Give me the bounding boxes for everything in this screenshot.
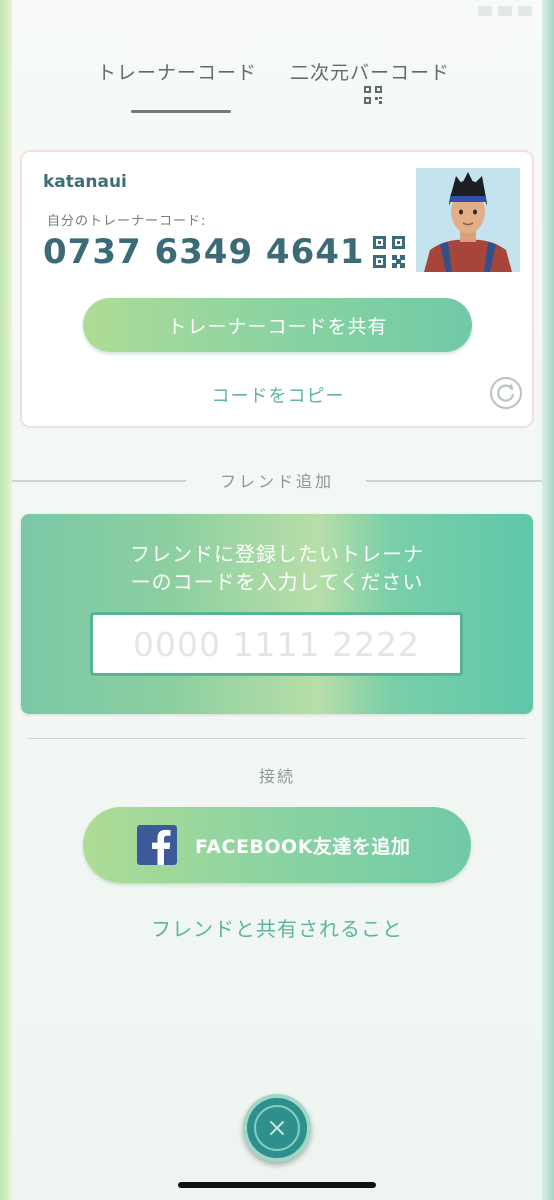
battery-icon: [518, 6, 532, 16]
share-trainer-code-button[interactable]: トレーナーコードを共有: [83, 298, 472, 352]
add-facebook-friends-button[interactable]: FACEBOOK友達を追加: [83, 807, 471, 883]
trainer-username: katanaui: [43, 172, 127, 192]
status-bar: [478, 6, 532, 16]
friend-code-input[interactable]: [90, 612, 463, 676]
trainer-code-card: katanaui 自分のトレーナーコード: 0737 6349 4641 トレー…: [20, 150, 534, 428]
trainer-avatar: [416, 168, 520, 272]
instruction-line-2: ーのコードを入力してください: [130, 570, 424, 594]
close-button-ring: [254, 1105, 300, 1151]
shared-with-friends-link[interactable]: フレンドと共有されること: [0, 913, 554, 942]
tab-bar: トレーナーコード 二次元バーコード: [0, 58, 554, 118]
copy-code-link[interactable]: コードをコピー: [22, 382, 534, 408]
refresh-icon[interactable]: [489, 376, 523, 410]
tab-trainer-code[interactable]: トレーナーコード: [97, 58, 257, 85]
instruction-line-1: フレンドに登録したいトレーナ: [130, 542, 424, 566]
connect-heading: 接続: [258, 767, 295, 786]
friend-add-panel: フレンドに登録したいトレーナ ーのコードを入力してください: [21, 514, 533, 714]
wifi-icon: [498, 6, 512, 16]
close-icon: [270, 1121, 284, 1135]
facebook-logo-icon: [137, 825, 177, 865]
avatar-portrait-icon: [416, 168, 520, 272]
connect-divider: [28, 738, 526, 739]
trainer-code-label: 自分のトレーナーコード:: [47, 214, 207, 229]
qr-code-icon[interactable]: [364, 86, 382, 104]
home-indicator[interactable]: [178, 1182, 376, 1188]
trainer-code-value: 0737 6349 4641: [43, 232, 365, 272]
facebook-button-label: FACEBOOK友達を追加: [195, 836, 411, 858]
active-tab-indicator: [131, 110, 231, 113]
friend-code-instruction: フレンドに登録したいトレーナ ーのコードを入力してください: [21, 540, 533, 596]
friend-add-heading: フレンド追加: [219, 472, 334, 491]
close-button[interactable]: [243, 1094, 311, 1162]
signal-icon: [478, 6, 492, 16]
qr-code-icon[interactable]: [373, 236, 405, 268]
tab-qr-code[interactable]: 二次元バーコード: [290, 58, 450, 85]
